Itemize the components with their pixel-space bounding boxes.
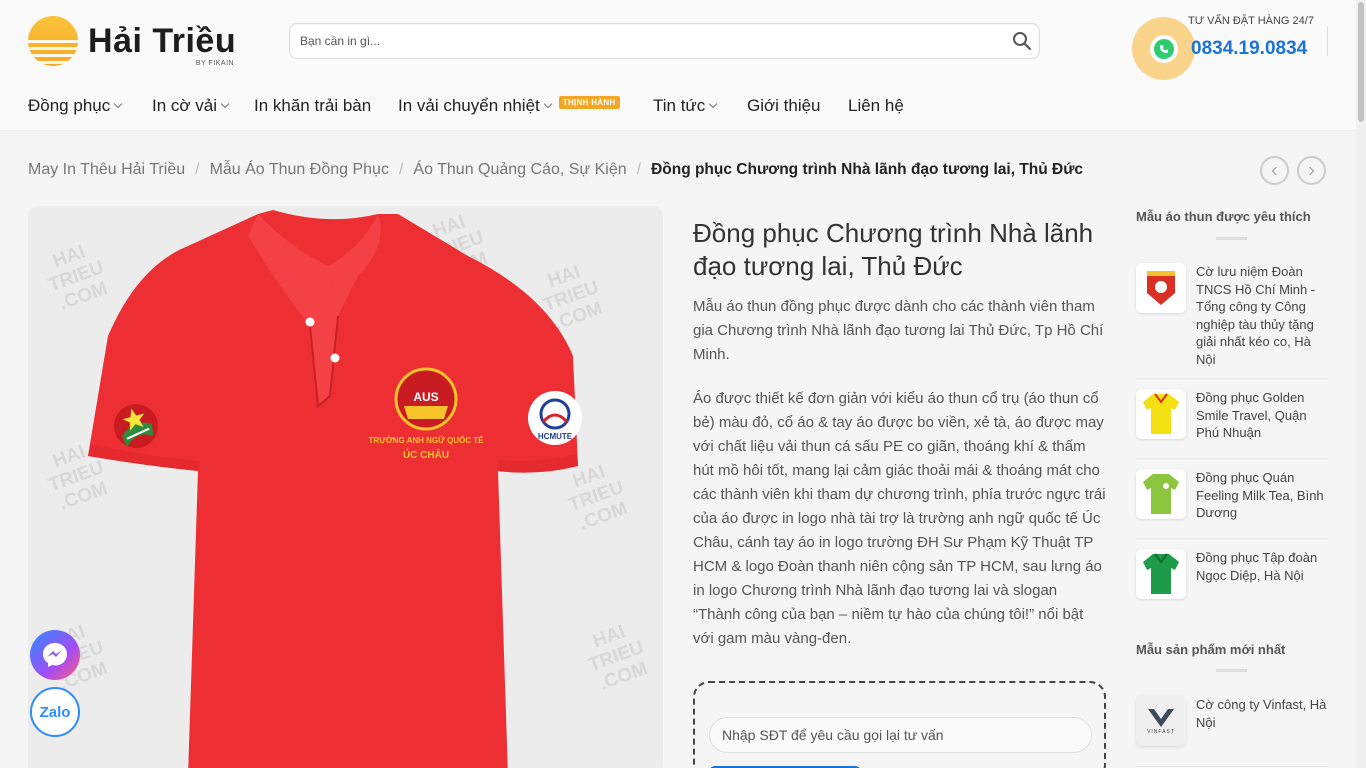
- logo-text: Hải Triều BY FIKAIN: [88, 22, 237, 67]
- main-nav: Đồng phục In cờ vải In khăn trải bàn In …: [0, 82, 1356, 131]
- sidebar-product-name: Đồng phục Golden Smile Travel, Quận Phú …: [1196, 390, 1307, 440]
- breadcrumb-link[interactable]: Áo Thun Quảng Cáo, Sự Kiện: [413, 161, 626, 178]
- divider: [1136, 766, 1328, 767]
- logo-sun-icon: [28, 16, 78, 66]
- nav-label: Liên hệ: [848, 96, 904, 115]
- popular-heading: Mẫu áo thun được yêu thích: [1136, 209, 1311, 224]
- zalo-icon[interactable]: Zalo: [30, 687, 80, 737]
- chevron-left-icon: [1271, 166, 1281, 175]
- nav-item-dong-phuc[interactable]: Đồng phục: [28, 96, 123, 116]
- nav-label: Tin tức: [653, 96, 706, 115]
- product-thumbnail: VINFAST: [1136, 696, 1186, 746]
- product-title: Đồng phục Chương trình Nhà lãnh đạo tươn…: [693, 218, 1094, 281]
- breadcrumb-separator: /: [398, 161, 404, 178]
- product-image: AUS TRƯỜNG ANH NGỮ QUỐC TẾ ÚC CHÂU HCMUT…: [88, 210, 582, 768]
- product-thumbnail: [1136, 389, 1186, 439]
- nav-label: In khăn trải bàn: [254, 96, 372, 115]
- search-box: [289, 23, 1040, 59]
- heading-underline: [1216, 669, 1247, 672]
- nav-label: In vải chuyển nhiệt: [398, 96, 540, 115]
- chevron-down-icon: [113, 99, 123, 109]
- svg-text:AUS: AUS: [413, 390, 438, 404]
- nav-item-lien-he[interactable]: Liên hệ: [848, 96, 904, 116]
- chevron-down-icon: [220, 99, 230, 109]
- nav-item-gioi-thieu[interactable]: Giới thiệu: [747, 96, 821, 116]
- logo-title: Hải Triều: [88, 22, 237, 60]
- chevron-down-icon: [709, 99, 718, 109]
- search-input[interactable]: [290, 24, 990, 58]
- nav-item-in-vai-chuyen-nhiet[interactable]: In vải chuyển nhiệt THỊNH HÀNH: [398, 95, 620, 116]
- breadcrumb-separator: /: [636, 161, 642, 178]
- vinfast-thumb-text: VINFAST: [1147, 729, 1175, 735]
- svg-text:HCMUTE: HCMUTE: [538, 432, 573, 441]
- breadcrumb-link[interactable]: Mẫu Áo Thun Đồng Phục: [210, 161, 389, 178]
- divider: [1327, 26, 1328, 56]
- next-product-button[interactable]: [1297, 156, 1326, 185]
- hotline-label: TƯ VẤN ĐẶT HÀNG 24/7: [1188, 15, 1314, 27]
- breadcrumb-link[interactable]: May In Thêu Hải Triều: [28, 161, 185, 178]
- breadcrumb: May In Thêu Hải Triều / Mẫu Áo Thun Đồng P…: [28, 161, 1083, 179]
- zalo-label: Zalo: [39, 703, 71, 721]
- chevron-down-icon: [543, 99, 553, 109]
- breadcrumb-separator: /: [195, 161, 200, 178]
- chevron-right-icon: [1305, 166, 1315, 175]
- divider: [1136, 378, 1328, 379]
- nav-label: Đồng phục: [28, 96, 111, 115]
- product-thumbnail: [1136, 549, 1186, 599]
- logo-subtitle: BY FIKAIN: [195, 60, 235, 67]
- nav-item-in-khan-trai-ban[interactable]: In khăn trải bàn: [254, 96, 371, 116]
- trending-badge: THỊNH HÀNH: [558, 95, 620, 109]
- hotline-call-button[interactable]: [1132, 17, 1195, 80]
- divider: [1136, 458, 1328, 459]
- nav-item-tin-tuc[interactable]: Tin tức: [653, 96, 718, 116]
- nav-label: In cờ vải: [152, 96, 218, 115]
- breadcrumb-current: Đồng phục Chương trình Nhà lãnh đạo tươn…: [651, 161, 1084, 178]
- header: Hải Triều BY FIKAIN TƯ VẤN ĐẶT HÀNG 24/7…: [0, 0, 1356, 82]
- newest-heading: Mẫu sản phẩm mới nhất: [1136, 642, 1286, 657]
- product-thumbnail: [1136, 469, 1186, 519]
- search-icon[interactable]: [1011, 30, 1033, 52]
- nav-item-in-co-vai[interactable]: In cờ vải: [152, 96, 230, 116]
- prev-product-button[interactable]: [1260, 156, 1289, 185]
- messenger-icon[interactable]: [30, 630, 80, 680]
- scrollbar[interactable]: [1356, 0, 1366, 768]
- callback-form: [693, 681, 1106, 768]
- sidebar-product-name: Cờ lưu niệm Đoàn TNCS Hồ Chí Minh - Tổng…: [1196, 264, 1316, 367]
- sidebar-product-name: Cờ công ty Vinfast, Hà Nội: [1196, 697, 1327, 730]
- phone-input[interactable]: [709, 717, 1092, 753]
- sidebar-product-name: Đồng phục Quán Feeling Milk Tea, Bình Dư…: [1196, 470, 1324, 520]
- product-gallery[interactable]: HAITRIEU.COM HAITRIEU.COM HAITRIEU.COM H…: [28, 206, 663, 768]
- product-intro: Mẫu áo thun đồng phục được dành cho các …: [693, 298, 1104, 363]
- heading-underline: [1216, 237, 1247, 240]
- site-logo[interactable]: Hải Triều BY FIKAIN: [28, 16, 250, 67]
- whatsapp-icon: [1153, 38, 1174, 59]
- nav-label: Giới thiệu: [747, 96, 821, 115]
- product-thumbnail: [1136, 263, 1186, 313]
- svg-text:TRƯỜNG ANH NGỮ QUỐC TẾ: TRƯỜNG ANH NGỮ QUỐC TẾ: [369, 435, 485, 445]
- product-description: Áo được thiết kế đơn giản với kiểu áo th…: [693, 390, 1106, 647]
- divider: [1136, 538, 1328, 539]
- scrollbar-thumb[interactable]: [1358, 2, 1364, 122]
- hotline-number[interactable]: 0834.19.0834: [1191, 38, 1307, 60]
- svg-text:ÚC CHÂU: ÚC CHÂU: [403, 448, 449, 461]
- sidebar-product-name: Đồng phục Tập đoàn Ngọc Diệp, Hà Nội: [1196, 550, 1318, 583]
